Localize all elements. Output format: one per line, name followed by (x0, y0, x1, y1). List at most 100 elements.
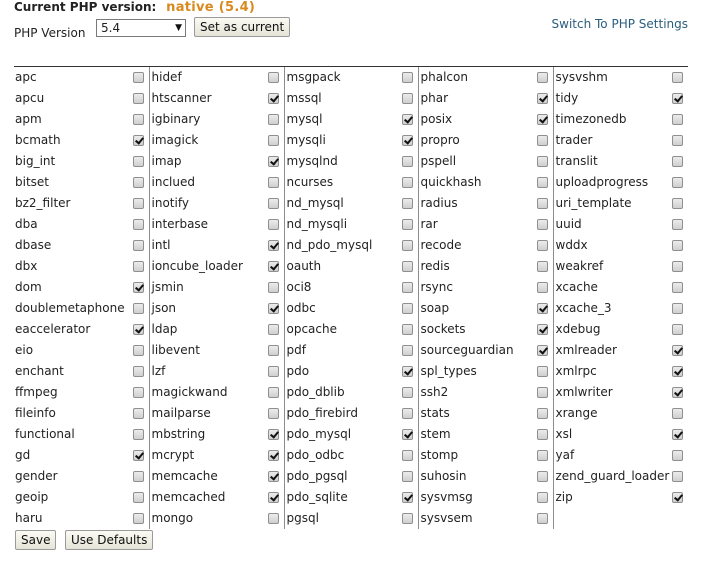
extension-checkbox[interactable] (132, 365, 144, 377)
extension-checkbox[interactable] (401, 323, 413, 335)
extension-checkbox[interactable] (672, 281, 683, 293)
extension-checkbox[interactable] (672, 218, 683, 230)
extension-checkbox[interactable] (536, 197, 548, 209)
extension-checkbox[interactable] (132, 134, 144, 146)
extension-checkbox[interactable] (267, 134, 279, 146)
extension-checkbox[interactable] (536, 134, 548, 146)
extension-checkbox[interactable] (132, 113, 144, 125)
extension-checkbox[interactable] (267, 281, 279, 293)
extension-checkbox[interactable] (267, 470, 279, 482)
extension-checkbox[interactable] (672, 407, 683, 419)
extension-checkbox[interactable] (672, 71, 683, 83)
extension-checkbox[interactable] (132, 92, 144, 104)
extension-checkbox[interactable] (132, 470, 144, 482)
extension-checkbox[interactable] (672, 428, 683, 440)
extension-checkbox[interactable] (132, 344, 144, 356)
extension-checkbox[interactable] (672, 92, 683, 104)
extension-checkbox[interactable] (401, 176, 413, 188)
extension-checkbox[interactable] (536, 365, 548, 377)
extension-checkbox[interactable] (536, 386, 548, 398)
extension-checkbox[interactable] (267, 323, 279, 335)
extension-checkbox[interactable] (132, 71, 144, 83)
set-as-current-button[interactable]: Set as current (194, 17, 291, 37)
extension-checkbox[interactable] (401, 386, 413, 398)
extension-checkbox[interactable] (132, 407, 144, 419)
extension-checkbox[interactable] (401, 113, 413, 125)
extension-checkbox[interactable] (132, 239, 144, 251)
extension-checkbox[interactable] (267, 365, 279, 377)
extension-checkbox[interactable] (536, 260, 548, 272)
extension-checkbox[interactable] (267, 197, 279, 209)
extension-checkbox[interactable] (267, 302, 279, 314)
extension-checkbox[interactable] (132, 302, 144, 314)
extension-checkbox[interactable] (267, 239, 279, 251)
extension-checkbox[interactable] (401, 470, 413, 482)
extension-checkbox[interactable] (401, 155, 413, 167)
switch-to-php-settings-link[interactable]: Switch To PHP Settings (552, 17, 688, 31)
extension-checkbox[interactable] (401, 218, 413, 230)
extension-checkbox[interactable] (536, 239, 548, 251)
extension-checkbox[interactable] (401, 197, 413, 209)
extension-checkbox[interactable] (401, 260, 413, 272)
extension-checkbox[interactable] (672, 323, 683, 335)
extension-checkbox[interactable] (267, 155, 279, 167)
extension-checkbox[interactable] (132, 218, 144, 230)
extension-checkbox[interactable] (672, 197, 683, 209)
extension-checkbox[interactable] (132, 281, 144, 293)
extension-checkbox[interactable] (672, 155, 683, 167)
extension-checkbox[interactable] (132, 449, 144, 461)
extension-checkbox[interactable] (536, 407, 548, 419)
extension-checkbox[interactable] (536, 71, 548, 83)
extension-checkbox[interactable] (672, 365, 683, 377)
use-defaults-button[interactable]: Use Defaults (65, 530, 154, 550)
extension-checkbox[interactable] (672, 470, 683, 482)
extension-checkbox[interactable] (672, 113, 683, 125)
extension-checkbox[interactable] (267, 176, 279, 188)
extension-checkbox[interactable] (267, 428, 279, 440)
extension-checkbox[interactable] (536, 344, 548, 356)
extension-checkbox[interactable] (132, 155, 144, 167)
extension-checkbox[interactable] (401, 239, 413, 251)
extension-checkbox[interactable] (401, 281, 413, 293)
extension-checkbox[interactable] (401, 302, 413, 314)
extension-checkbox[interactable] (267, 218, 279, 230)
php-version-select[interactable]: 5.4 ▼ (96, 19, 186, 37)
extension-checkbox[interactable] (132, 323, 144, 335)
extension-checkbox[interactable] (267, 449, 279, 461)
extension-checkbox[interactable] (132, 260, 144, 272)
extension-checkbox[interactable] (536, 323, 548, 335)
extension-checkbox[interactable] (672, 260, 683, 272)
extension-checkbox[interactable] (132, 197, 144, 209)
extension-checkbox[interactable] (536, 92, 548, 104)
extension-checkbox[interactable] (536, 512, 548, 524)
extension-checkbox[interactable] (672, 176, 683, 188)
extension-checkbox[interactable] (132, 491, 144, 503)
extension-checkbox[interactable] (401, 71, 413, 83)
extension-checkbox[interactable] (401, 491, 413, 503)
extension-checkbox[interactable] (267, 407, 279, 419)
extension-checkbox[interactable] (401, 365, 413, 377)
extension-checkbox[interactable] (672, 302, 683, 314)
extension-checkbox[interactable] (536, 113, 548, 125)
extension-checkbox[interactable] (536, 302, 548, 314)
extension-checkbox[interactable] (536, 176, 548, 188)
extension-checkbox[interactable] (401, 407, 413, 419)
extension-checkbox[interactable] (267, 113, 279, 125)
extension-checkbox[interactable] (401, 428, 413, 440)
extension-checkbox[interactable] (672, 449, 683, 461)
extension-checkbox[interactable] (267, 512, 279, 524)
extension-checkbox[interactable] (536, 155, 548, 167)
extension-checkbox[interactable] (267, 386, 279, 398)
extension-checkbox[interactable] (536, 470, 548, 482)
extension-checkbox[interactable] (267, 71, 279, 83)
extension-checkbox[interactable] (536, 491, 548, 503)
extension-checkbox[interactable] (267, 491, 279, 503)
extension-checkbox[interactable] (536, 218, 548, 230)
extension-checkbox[interactable] (401, 512, 413, 524)
extension-checkbox[interactable] (672, 134, 683, 146)
extension-checkbox[interactable] (132, 512, 144, 524)
extension-checkbox[interactable] (401, 92, 413, 104)
extension-checkbox[interactable] (401, 344, 413, 356)
extension-checkbox[interactable] (672, 344, 683, 356)
extension-checkbox[interactable] (672, 386, 683, 398)
